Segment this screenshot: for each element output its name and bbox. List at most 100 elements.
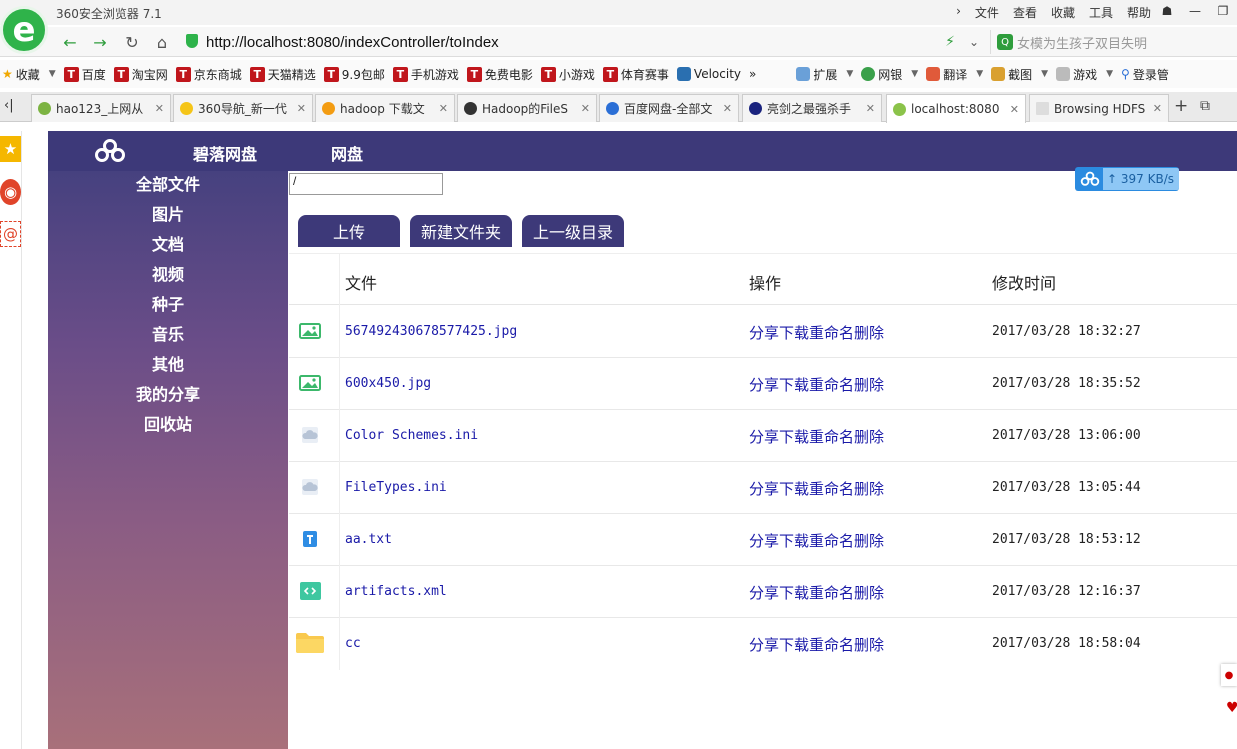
sidebar-item-other[interactable]: 其他 <box>48 351 288 375</box>
menu-arrow-icon[interactable]: › <box>956 4 961 21</box>
download-link[interactable]: 下载 <box>779 426 809 447</box>
delete-link[interactable]: 删除 <box>854 426 884 447</box>
bookmark-item[interactable]: T 淘宝网 <box>113 66 168 83</box>
tab-close-icon[interactable]: ✕ <box>723 102 732 115</box>
bookmark-item[interactable]: T 免费电影 <box>466 66 533 83</box>
sidebar-item-videos[interactable]: 视频 <box>48 261 288 285</box>
delete-link[interactable]: 删除 <box>854 478 884 499</box>
tab-close-icon[interactable]: ✕ <box>866 102 875 115</box>
sidebar-item-images[interactable]: 图片 <box>48 201 288 225</box>
table-row[interactable]: FileTypes.ini 分享 下载 重命名 删除 2017/03/28 13:05… <box>289 462 1237 514</box>
table-row[interactable]: aa.txt 分享 下载 重命名 删除 2017/03/28 18:53:12 <box>289 514 1237 566</box>
tab-close-icon[interactable]: ✕ <box>297 102 306 115</box>
tab-360nav[interactable]: 360导航_新一代 ✕ <box>173 94 313 122</box>
tab-close-icon[interactable]: ✕ <box>1010 103 1019 116</box>
share-link[interactable]: 分享 <box>749 478 779 499</box>
tab-localhost[interactable]: localhost:8080 ✕ <box>886 94 1026 123</box>
tab-video[interactable]: 亮剑之最强杀手 ✕ <box>742 94 882 122</box>
tab-hadoop-filesystem[interactable]: Hadoop的FileS ✕ <box>457 94 597 122</box>
rename-link[interactable]: 重命名 <box>809 322 854 343</box>
tab-close-icon[interactable]: ✕ <box>581 102 590 115</box>
share-link[interactable]: 分享 <box>749 634 779 655</box>
menu-item-favorites[interactable]: 收藏 <box>1051 4 1075 21</box>
toolbar-bank[interactable]: 网银 ▼ <box>861 66 918 83</box>
weibo-icon[interactable]: ◉ <box>0 179 21 205</box>
table-row[interactable]: Color Schemes.ini 分享 下载 重命名 删除 2017/03/28 1… <box>289 410 1237 462</box>
rename-link[interactable]: 重命名 <box>809 478 854 499</box>
tab-close-icon[interactable]: ✕ <box>1153 102 1162 115</box>
menu-item-tools[interactable]: 工具 <box>1089 4 1113 21</box>
download-link[interactable]: 下载 <box>779 374 809 395</box>
share-link[interactable]: 分享 <box>749 582 779 603</box>
download-link[interactable]: 下载 <box>779 634 809 655</box>
file-name-link[interactable]: artifacts.xml <box>345 584 447 599</box>
rename-link[interactable]: 重命名 <box>809 582 854 603</box>
file-name-link[interactable]: 567492430678577425.jpg <box>345 324 517 339</box>
menu-item-file[interactable]: 文件 <box>975 4 999 21</box>
browser-logo-icon[interactable]: e <box>0 6 48 54</box>
rename-link[interactable]: 重命名 <box>809 634 854 655</box>
tab-hao123[interactable]: hao123_上网从 ✕ <box>31 94 171 122</box>
share-link[interactable]: 分享 <box>749 374 779 395</box>
delete-link[interactable]: 删除 <box>854 530 884 551</box>
bookmark-item[interactable]: T 百度 <box>63 66 106 83</box>
app-brand[interactable]: 碧落网盘 <box>193 141 257 165</box>
search-engine-icon[interactable]: Q <box>997 34 1013 50</box>
tab-hadoop-download[interactable]: hadoop 下载文 ✕ <box>315 94 455 122</box>
new-tab-icon[interactable]: + <box>1174 96 1188 116</box>
delete-link[interactable]: 删除 <box>854 374 884 395</box>
tab-close-icon[interactable]: ✕ <box>439 102 448 115</box>
path-input[interactable]: / <box>289 173 443 195</box>
bookmark-item[interactable]: Velocity <box>676 67 741 81</box>
bookmarks-more-icon[interactable]: » <box>749 67 756 81</box>
file-name-link[interactable]: FileTypes.ini <box>345 480 447 495</box>
delete-link[interactable]: 删除 <box>854 634 884 655</box>
tab-close-icon[interactable]: ✕ <box>155 102 164 115</box>
rename-link[interactable]: 重命名 <box>809 374 854 395</box>
bookmark-favorites[interactable]: ★ 收藏 ▼ <box>2 66 56 83</box>
rename-link[interactable]: 重命名 <box>809 426 854 447</box>
back-icon[interactable]: ← <box>58 31 82 53</box>
toolbar-games[interactable]: 游戏 ▼ <box>1056 66 1113 83</box>
refresh-icon[interactable]: ↻ <box>120 31 144 53</box>
file-name-link[interactable]: Color Schemes.ini <box>345 428 478 443</box>
delete-link[interactable]: 删除 <box>854 322 884 343</box>
download-link[interactable]: 下载 <box>779 582 809 603</box>
tab-browsing-hdfs[interactable]: Browsing HDFS ✕ <box>1029 94 1169 122</box>
table-row[interactable]: 567492430678577425.jpg 分享 下载 重命名 删除 2017/03… <box>289 306 1237 358</box>
upload-button[interactable]: 上传 <box>298 215 400 247</box>
rename-link[interactable]: 重命名 <box>809 530 854 551</box>
security-shield-icon[interactable] <box>186 34 198 48</box>
floating-heart-icon[interactable]: ♥ <box>1226 700 1237 720</box>
bookmark-item[interactable]: T 体育赛事 <box>602 66 669 83</box>
tab-baidu-pan[interactable]: 百度网盘-全部文 ✕ <box>599 94 739 122</box>
skin-icon[interactable]: ☗ <box>1153 0 1181 22</box>
bookmark-item[interactable]: T 天猫精选 <box>249 66 316 83</box>
bookmark-item[interactable]: T 手机游戏 <box>392 66 459 83</box>
sidebar-item-torrents[interactable]: 种子 <box>48 291 288 315</box>
sidebar-item-music[interactable]: 音乐 <box>48 321 288 345</box>
mail-icon[interactable]: @ <box>0 221 21 247</box>
toolbar-login[interactable]: ⚲ 登录管 <box>1121 66 1169 83</box>
table-row[interactable]: cc 分享 下载 重命名 删除 2017/03/28 18:58:04 <box>289 618 1237 670</box>
tab-list-icon[interactable]: ⧉ <box>1200 98 1210 114</box>
folder-name-link[interactable]: cc <box>345 636 361 651</box>
download-link[interactable]: 下载 <box>779 322 809 343</box>
minimize-icon[interactable]: — <box>1181 0 1209 22</box>
home-icon[interactable]: ⌂ <box>150 31 174 53</box>
bookmark-item[interactable]: T 京东商城 <box>175 66 242 83</box>
share-link[interactable]: 分享 <box>749 530 779 551</box>
forward-icon[interactable]: → <box>88 31 112 53</box>
download-link[interactable]: 下载 <box>779 478 809 499</box>
nav-netdisk[interactable]: 网盘 <box>331 141 363 165</box>
new-folder-button[interactable]: 新建文件夹 <box>410 215 512 247</box>
toolbar-screenshot[interactable]: 截图 ▼ <box>991 66 1048 83</box>
parent-directory-button[interactable]: 上一级目录 <box>522 215 624 247</box>
menu-item-help[interactable]: 帮助 <box>1127 4 1151 21</box>
bookmark-item[interactable]: T 小游戏 <box>540 66 595 83</box>
menu-item-view[interactable]: 查看 <box>1013 4 1037 21</box>
table-row[interactable]: artifacts.xml 分享 下载 重命名 删除 2017/03/28 12:16… <box>289 566 1237 618</box>
share-link[interactable]: 分享 <box>749 426 779 447</box>
upload-speed-widget[interactable]: ↑ 397 KB/s <box>1075 167 1179 191</box>
toolbar-translate[interactable]: 翻译 ▼ <box>926 66 983 83</box>
